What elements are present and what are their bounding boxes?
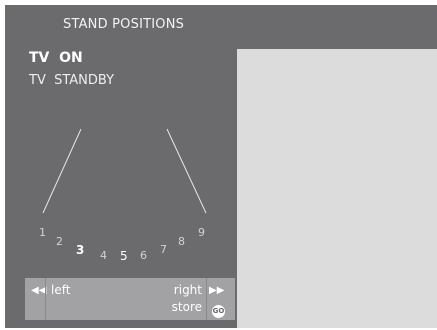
left-limit-line [42,128,82,214]
stand-position-4[interactable]: 4 [100,249,107,262]
stand-position-9[interactable]: 9 [198,226,205,239]
right-limit-line [166,128,207,214]
tv-menu-screen: STAND POSITIONS TV ON TV STANDBY 1 2 3 4… [5,5,437,328]
stand-position-8[interactable]: 8 [178,235,185,248]
right-label[interactable]: right [174,283,202,297]
stand-position-7[interactable]: 7 [160,243,167,256]
left-label[interactable]: left [51,283,70,297]
nav-divider [45,278,46,320]
stand-position-5[interactable]: 5 [120,249,128,263]
navigation-bar: ◀◀ left right store ▶▶ GO [25,278,235,320]
fast-forward-icon[interactable]: ▶▶ [209,286,224,296]
stand-position-6[interactable]: 6 [140,249,147,262]
nav-divider [206,278,207,320]
go-button-icon[interactable]: GO [212,305,225,318]
tv-preview-panel [237,49,437,328]
store-label[interactable]: store [172,300,202,314]
stand-position-3[interactable]: 3 [76,243,84,257]
stand-position-1[interactable]: 1 [39,226,46,239]
stand-position-2[interactable]: 2 [56,235,63,248]
